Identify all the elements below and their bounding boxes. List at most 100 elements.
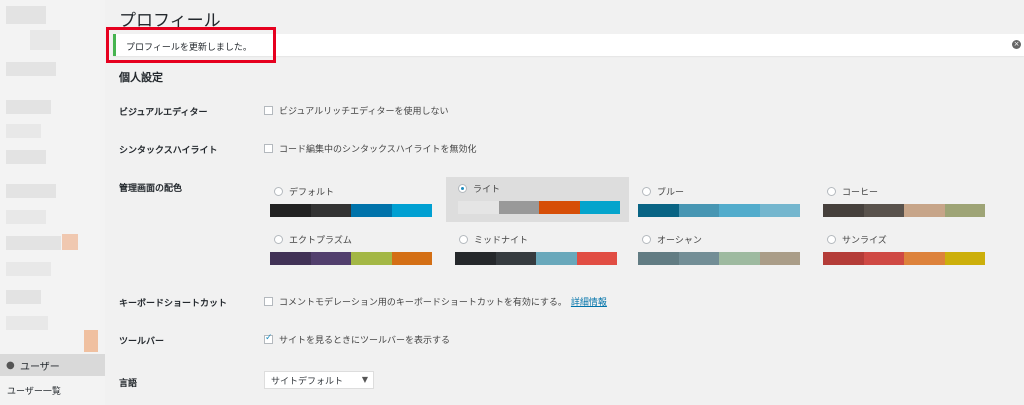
swatch bbox=[310, 204, 351, 217]
keyboard-shortcuts-checkbox[interactable] bbox=[264, 297, 273, 306]
scheme-light[interactable]: ライト bbox=[446, 177, 629, 222]
scheme-radio[interactable] bbox=[642, 186, 651, 196]
scheme-radio[interactable] bbox=[459, 234, 468, 244]
swatch bbox=[719, 252, 760, 265]
blurred-menu-item bbox=[6, 210, 46, 224]
scheme-name: ブルー bbox=[657, 187, 685, 198]
scheme-sunrise[interactable]: サンライズ bbox=[823, 228, 1001, 271]
swatch bbox=[391, 252, 432, 265]
blurred-badge bbox=[84, 330, 98, 352]
blurred-menu-item bbox=[6, 6, 46, 24]
scheme-name: ミッドナイト bbox=[474, 235, 529, 246]
dismiss-icon[interactable]: × bbox=[1012, 40, 1021, 49]
syntax-highlight-option: コード編集中のシンタックスハイライトを無効化 bbox=[264, 142, 477, 155]
scheme-name: オーシャン bbox=[657, 235, 702, 246]
swatch bbox=[270, 204, 311, 217]
scheme-ectoplasm[interactable]: エクトプラズム bbox=[270, 228, 448, 271]
swatch bbox=[458, 201, 499, 214]
scheme-radio[interactable] bbox=[274, 234, 283, 244]
swatch bbox=[904, 204, 945, 217]
swatch bbox=[536, 252, 577, 265]
syntax-highlight-option-label: コード編集中のシンタックスハイライトを無効化 bbox=[279, 145, 477, 155]
swatch bbox=[863, 252, 904, 265]
blurred-menu-item bbox=[6, 184, 56, 198]
toolbar-label: ツールバー bbox=[119, 337, 165, 347]
language-select-value: サイトデフォルト bbox=[271, 376, 344, 387]
scheme-swatches bbox=[823, 204, 985, 217]
swatch bbox=[576, 252, 617, 265]
swatch bbox=[579, 201, 620, 214]
scheme-blue[interactable]: ブルー bbox=[638, 180, 816, 223]
keyboard-shortcuts-option-label: コメントモデレーション用のキーボードショートカットを有効にする。 bbox=[279, 298, 567, 308]
swatch bbox=[495, 252, 536, 265]
blurred-menu-item bbox=[30, 30, 60, 50]
blurred-menu-item bbox=[6, 316, 48, 330]
visual-editor-option: ビジュアルリッチエディターを使用しない bbox=[264, 104, 448, 117]
scheme-coffee[interactable]: コーヒー bbox=[823, 180, 1001, 223]
swatch bbox=[823, 204, 864, 217]
scheme-swatches bbox=[638, 204, 800, 217]
visual-editor-option-label: ビジュアルリッチエディターを使用しない bbox=[279, 107, 449, 117]
syntax-highlight-label: シンタックスハイライト bbox=[119, 146, 218, 156]
toolbar-option: サイトを見るときにツールバーを表示する bbox=[264, 333, 450, 346]
blurred-menu-item bbox=[6, 150, 46, 164]
visual-editor-label: ビジュアルエディター bbox=[119, 108, 208, 118]
swatch bbox=[351, 204, 392, 217]
sidebar-item-users[interactable]: ● ユーザー bbox=[0, 354, 105, 376]
scheme-swatches bbox=[270, 204, 432, 217]
scheme-radio[interactable] bbox=[458, 183, 467, 193]
swatch bbox=[863, 204, 904, 217]
visual-editor-checkbox[interactable] bbox=[264, 106, 273, 115]
user-icon: ● bbox=[6, 359, 15, 371]
swatch bbox=[638, 204, 679, 217]
swatch bbox=[719, 204, 760, 217]
keyboard-shortcuts-option: コメントモデレーション用のキーボードショートカットを有効にする。 詳細情報 bbox=[264, 295, 607, 308]
blurred-menu-item bbox=[6, 262, 51, 276]
swatch bbox=[678, 252, 719, 265]
scheme-radio[interactable] bbox=[827, 234, 836, 244]
scheme-ocean[interactable]: オーシャン bbox=[638, 228, 816, 271]
swatch bbox=[310, 252, 351, 265]
scheme-swatches bbox=[638, 252, 800, 265]
blurred-menu-item bbox=[6, 124, 41, 138]
swatch bbox=[351, 252, 392, 265]
scheme-default[interactable]: デフォルト bbox=[270, 180, 448, 223]
scheme-name: コーヒー bbox=[842, 187, 879, 198]
blurred-badge bbox=[62, 234, 78, 250]
swatch bbox=[270, 252, 311, 265]
swatch bbox=[823, 252, 864, 265]
scheme-radio[interactable] bbox=[274, 186, 283, 196]
scheme-swatches bbox=[458, 201, 620, 214]
swatch bbox=[455, 252, 496, 265]
toolbar-option-label: サイトを見るときにツールバーを表示する bbox=[279, 336, 451, 346]
swatch bbox=[498, 201, 539, 214]
chevron-down-icon: ▼ bbox=[361, 375, 368, 384]
keyboard-shortcuts-label: キーボードショートカット bbox=[119, 299, 228, 309]
swatch bbox=[759, 252, 800, 265]
color-scheme-label: 管理画面の配色 bbox=[119, 184, 183, 194]
submenu-all-users[interactable]: ユーザー一覧 bbox=[7, 384, 61, 397]
scheme-name: ライト bbox=[473, 184, 501, 195]
blurred-menu-item bbox=[6, 62, 56, 76]
swatch bbox=[678, 204, 719, 217]
blurred-menu-item bbox=[6, 100, 51, 114]
swatch bbox=[759, 204, 800, 217]
syntax-highlight-checkbox[interactable] bbox=[264, 144, 273, 153]
swatch bbox=[638, 252, 679, 265]
scheme-swatches bbox=[270, 252, 432, 265]
language-select[interactable]: サイトデフォルト ▼ bbox=[264, 371, 374, 389]
scheme-radio[interactable] bbox=[642, 234, 651, 244]
toolbar-checkbox[interactable] bbox=[264, 333, 273, 344]
scheme-midnight[interactable]: ミッドナイト bbox=[455, 228, 633, 271]
sidebar-item-label: ユーザー bbox=[20, 361, 60, 373]
language-label: 言語 bbox=[119, 379, 138, 389]
admin-sidebar: ● ユーザー ユーザー一覧 bbox=[0, 0, 105, 405]
scheme-name: エクトプラズム bbox=[289, 235, 352, 246]
more-info-link[interactable]: 詳細情報 bbox=[571, 295, 607, 308]
swatch bbox=[904, 252, 945, 265]
blurred-menu-item bbox=[6, 290, 41, 304]
scheme-swatches bbox=[455, 252, 617, 265]
scheme-radio[interactable] bbox=[827, 186, 836, 196]
scheme-swatches bbox=[823, 252, 985, 265]
swatch bbox=[944, 204, 985, 217]
